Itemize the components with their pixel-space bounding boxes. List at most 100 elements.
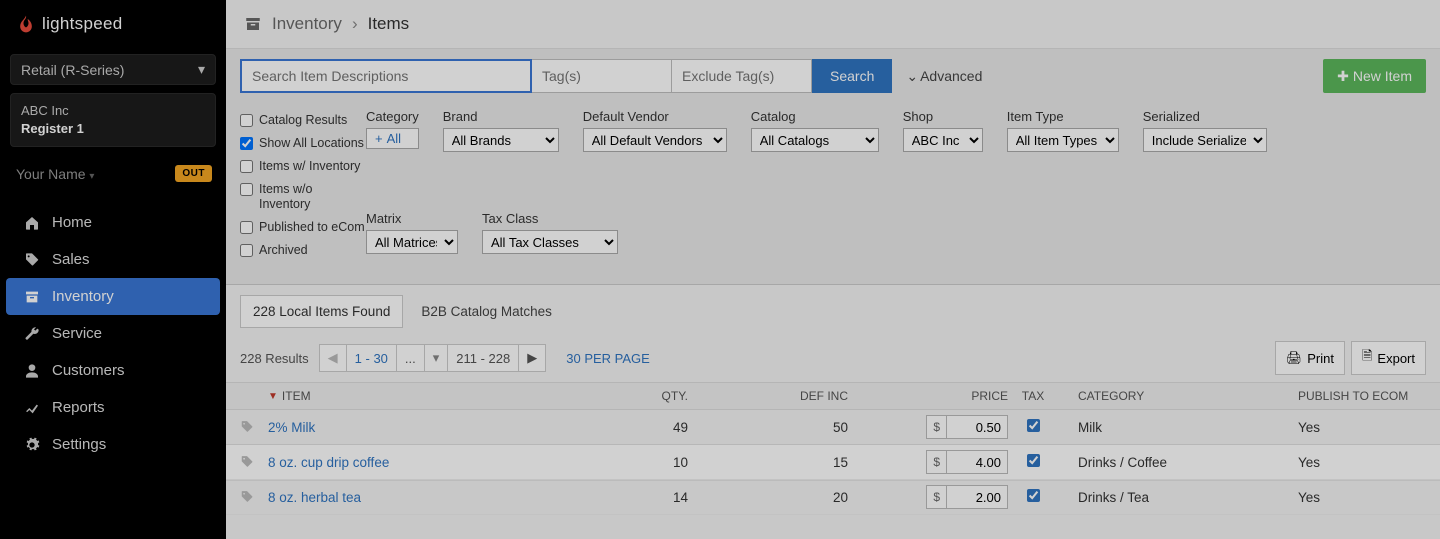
chevron-down-icon: ▾ xyxy=(89,171,94,182)
out-badge[interactable]: OUT xyxy=(175,165,212,182)
pager-dropdown[interactable]: ▾ xyxy=(425,345,449,371)
filter-label: Item Type xyxy=(1007,109,1119,124)
checkbox[interactable] xyxy=(240,221,253,234)
col-publish[interactable]: PUBLISH TO ECOM xyxy=(1288,389,1426,403)
item-type-select[interactable]: All Item Types xyxy=(1007,128,1119,152)
exclude-tags-input[interactable] xyxy=(672,59,812,93)
wrench-icon xyxy=(24,326,40,342)
nav-customers[interactable]: Customers xyxy=(0,352,226,389)
checkbox[interactable] xyxy=(240,114,253,127)
item-link[interactable]: 8 oz. herbal tea xyxy=(268,490,361,505)
serialized-select[interactable]: Include Serialized xyxy=(1143,128,1267,152)
publish-cell: Yes xyxy=(1288,490,1426,505)
price-field[interactable] xyxy=(947,451,1007,473)
user-row[interactable]: Your Name ▾ OUT xyxy=(0,147,226,198)
check-label: Show All Locations xyxy=(259,136,364,151)
checkbox[interactable] xyxy=(240,183,253,196)
price-field[interactable] xyxy=(947,486,1007,508)
check-items-w-inventory[interactable]: Items w/ Inventory xyxy=(240,159,366,174)
checkbox[interactable] xyxy=(240,137,253,150)
catalog-select[interactable]: All Catalogs xyxy=(751,128,879,152)
nav-reports[interactable]: Reports xyxy=(0,389,226,426)
export-label: Export xyxy=(1377,351,1415,366)
register-name: Register 1 xyxy=(21,120,205,138)
nav-home[interactable]: Home xyxy=(0,204,226,241)
nav-label: Customers xyxy=(52,362,125,379)
qty-cell: 49 xyxy=(568,420,688,435)
archive-icon xyxy=(24,289,40,305)
checkbox[interactable] xyxy=(240,160,253,173)
col-price[interactable]: PRICE xyxy=(848,389,1008,403)
tax-checkbox[interactable] xyxy=(1027,454,1040,467)
tags-input[interactable] xyxy=(532,59,672,93)
table-row: 8 oz. herbal tea 14 20 $ Drinks / Tea Ye… xyxy=(226,480,1440,515)
price-input[interactable]: $ xyxy=(926,485,1008,509)
main: Inventory › Items Search ⌄ Advanced ✚ Ne… xyxy=(226,0,1440,539)
check-catalog-results[interactable]: Catalog Results xyxy=(240,113,366,128)
pager-prev[interactable]: ◀ xyxy=(320,345,347,371)
taxclass-select[interactable]: All Tax Classes xyxy=(482,230,618,254)
price-input[interactable]: $ xyxy=(926,450,1008,474)
category-cell: Milk xyxy=(1058,420,1288,435)
brand-select[interactable]: All Brands xyxy=(443,128,559,152)
nav-label: Inventory xyxy=(52,288,114,305)
currency-symbol: $ xyxy=(927,451,947,473)
product-selector[interactable]: Retail (R-Series) ▾ xyxy=(10,54,216,85)
tag-icon xyxy=(240,420,268,434)
add-all-button[interactable]: +All xyxy=(366,128,419,149)
nav-inventory[interactable]: Inventory xyxy=(6,278,220,315)
check-items-wo-inventory[interactable]: Items w/o Inventory xyxy=(240,182,366,212)
col-category[interactable]: CATEGORY xyxy=(1058,389,1288,403)
tag-icon xyxy=(240,455,268,469)
chevron-down-icon: ▾ xyxy=(198,61,205,78)
plus-icon: ✚ xyxy=(1337,68,1349,85)
col-definc[interactable]: DEF INC xyxy=(688,389,848,403)
export-button[interactable]: 🗎Export xyxy=(1351,341,1426,375)
tab-local-items[interactable]: 228 Local Items Found xyxy=(240,295,403,328)
definc-cell: 50 xyxy=(688,420,848,435)
advanced-toggle[interactable]: ⌄ Advanced xyxy=(906,68,982,85)
breadcrumb-parent[interactable]: Inventory xyxy=(272,14,342,34)
tax-checkbox[interactable] xyxy=(1027,489,1040,502)
checkbox[interactable] xyxy=(240,244,253,257)
item-link[interactable]: 2% Milk xyxy=(268,420,315,435)
tax-checkbox[interactable] xyxy=(1027,419,1040,432)
currency-symbol: $ xyxy=(927,416,947,438)
check-published-ecom[interactable]: Published to eCom xyxy=(240,220,366,235)
flame-icon xyxy=(16,14,36,34)
price-input[interactable]: $ xyxy=(926,415,1008,439)
check-show-all-locations[interactable]: Show All Locations xyxy=(240,136,366,151)
filter-label: Default Vendor xyxy=(583,109,727,124)
item-link[interactable]: 8 oz. cup drip coffee xyxy=(268,455,389,470)
company-box[interactable]: ABC Inc Register 1 xyxy=(10,93,216,147)
pager-range-2[interactable]: 211 - 228 xyxy=(448,345,519,371)
col-tax[interactable]: TAX xyxy=(1008,389,1058,403)
table-header: ▼ITEM QTY. DEF INC PRICE TAX CATEGORY PU… xyxy=(226,382,1440,410)
user-name: Your Name xyxy=(16,166,86,182)
col-item[interactable]: ▼ITEM xyxy=(268,389,568,403)
pager-range-1[interactable]: 1 - 30 xyxy=(347,345,397,371)
nav-service[interactable]: Service xyxy=(0,315,226,352)
price-field[interactable] xyxy=(947,416,1007,438)
matrix-select[interactable]: All Matrices xyxy=(366,230,458,254)
print-button[interactable]: 🖨Print xyxy=(1275,341,1345,375)
filter-label: Matrix xyxy=(366,211,458,226)
table-row: 8 oz. cup drip coffee 10 15 $ Drinks / C… xyxy=(226,445,1440,480)
search-input[interactable] xyxy=(240,59,532,93)
nav-sales[interactable]: Sales xyxy=(0,241,226,278)
per-page[interactable]: 30 PER PAGE xyxy=(566,351,650,366)
vendor-select[interactable]: All Default Vendors xyxy=(583,128,727,152)
check-archived[interactable]: Archived xyxy=(240,243,366,258)
shop-select[interactable]: ABC Inc xyxy=(903,128,983,152)
check-label: Catalog Results xyxy=(259,113,347,128)
tab-b2b-matches[interactable]: B2B Catalog Matches xyxy=(421,304,552,319)
filters: Catalog Results Show All Locations Items… xyxy=(226,103,1440,285)
new-item-button[interactable]: ✚ New Item xyxy=(1323,59,1426,93)
search-bar: Search ⌄ Advanced ✚ New Item xyxy=(226,49,1440,103)
pager-next[interactable]: ▶ xyxy=(519,345,545,371)
col-qty[interactable]: QTY. xyxy=(568,389,688,403)
search-button[interactable]: Search xyxy=(812,59,892,93)
pager-dots[interactable]: ... xyxy=(397,345,425,371)
results-count: 228 Results xyxy=(240,351,309,366)
nav-settings[interactable]: Settings xyxy=(0,426,226,463)
